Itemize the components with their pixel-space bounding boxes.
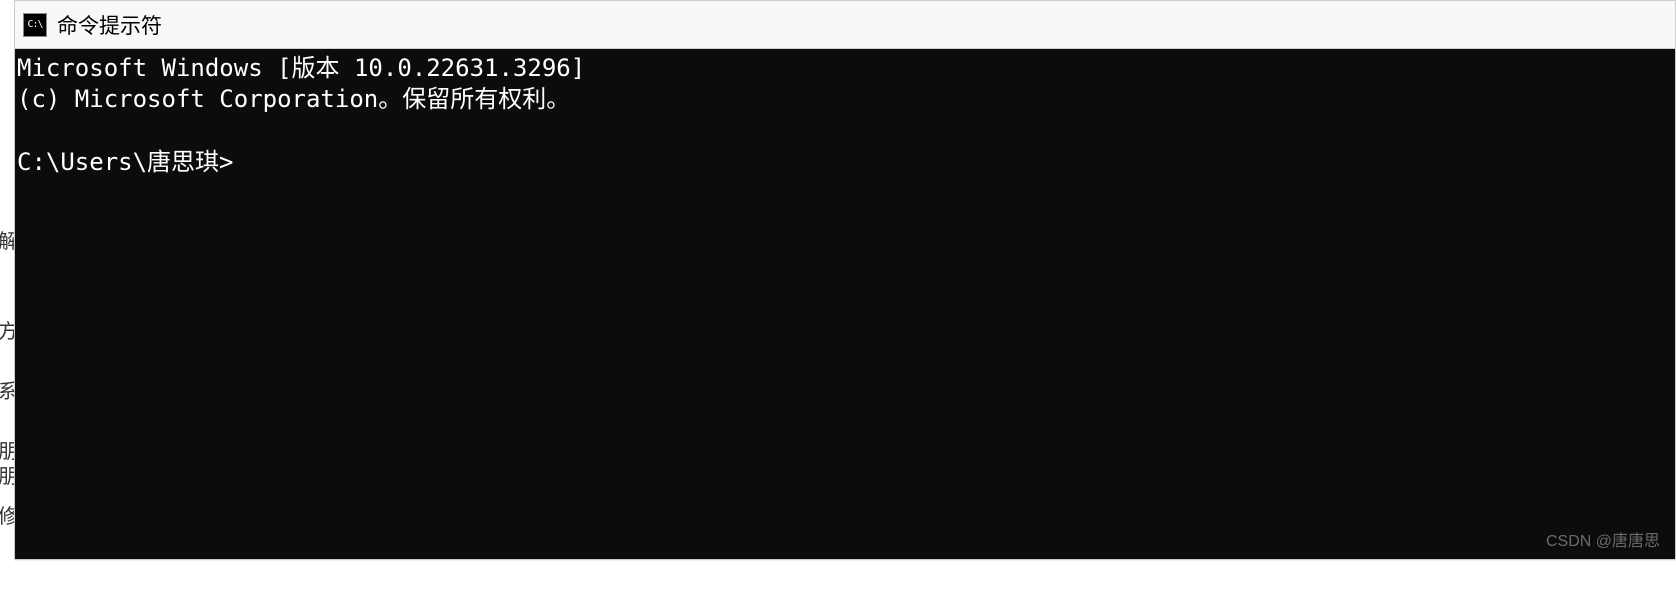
watermark-text: CSDN @唐唐思: [1546, 527, 1660, 551]
terminal-line: (c) Microsoft Corporation。保留所有权利。: [17, 85, 570, 113]
window-title: 命令提示符: [57, 10, 162, 40]
cmd-icon-label: C:\: [27, 19, 42, 30]
bg-text-fragment: 方: [0, 315, 14, 344]
bg-text-fragment: 朋: [0, 460, 14, 489]
command-prompt-window: C:\ 命令提示符 Microsoft Windows [版本 10.0.226…: [14, 0, 1676, 560]
bg-text-fragment: 系: [0, 375, 14, 404]
terminal-line: Microsoft Windows [版本 10.0.22631.3296]: [17, 54, 585, 82]
terminal-prompt[interactable]: C:\Users\唐思琪>: [17, 148, 234, 176]
background-bottom-strip: [14, 561, 1676, 605]
terminal-output[interactable]: Microsoft Windows [版本 10.0.22631.3296] (…: [15, 49, 1675, 559]
window-titlebar[interactable]: C:\ 命令提示符: [15, 1, 1675, 49]
background-left-strip: 解 方 系 朋 朋 修: [0, 0, 14, 605]
cmd-icon: C:\: [23, 13, 47, 37]
bg-text-fragment: 解: [0, 225, 14, 254]
bg-text-fragment: 修: [0, 500, 14, 529]
